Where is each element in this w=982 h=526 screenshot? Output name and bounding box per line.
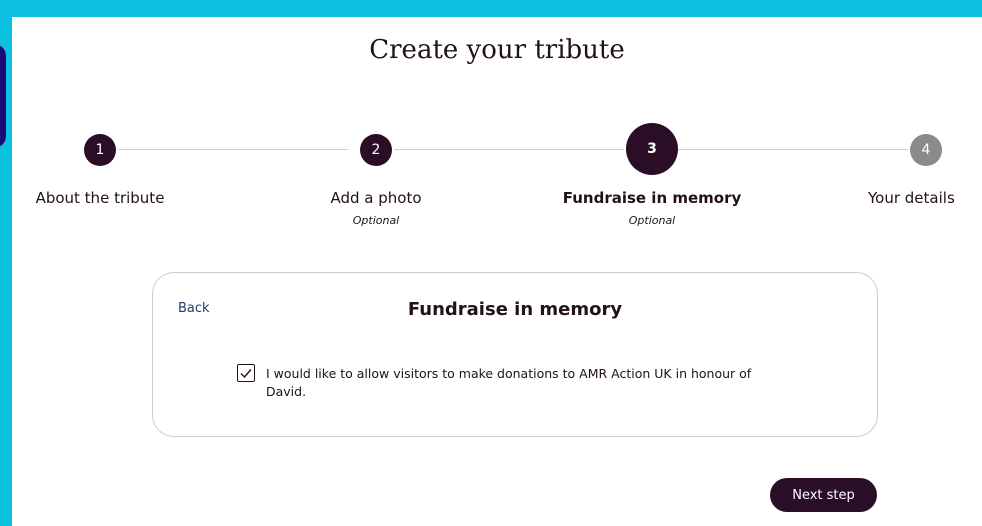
step-1-circle[interactable]: 1 bbox=[84, 134, 116, 166]
step-3-label: Fundraise in memory bbox=[562, 189, 742, 207]
tribute-form-page: Create your tribute 1 2 3 4 About the tr… bbox=[12, 17, 982, 526]
next-step-button[interactable]: Next step bbox=[770, 478, 877, 512]
stepper-connector bbox=[394, 149, 624, 150]
step-4-label: Your details bbox=[868, 189, 955, 207]
step-2-number: 2 bbox=[371, 142, 381, 158]
step-2-circle[interactable]: 2 bbox=[360, 134, 392, 166]
donation-checkbox[interactable] bbox=[237, 364, 255, 382]
step-4-circle: 4 bbox=[910, 134, 942, 166]
stepper-connector bbox=[118, 149, 348, 150]
step-4-number: 4 bbox=[921, 142, 931, 158]
fundraise-card: Back Fundraise in memory I would like to… bbox=[152, 272, 878, 437]
checkmark-icon bbox=[240, 369, 252, 379]
step-2-label[interactable]: Add a photo bbox=[306, 189, 446, 207]
side-decoration bbox=[0, 44, 6, 148]
step-1-label[interactable]: About the tribute bbox=[18, 189, 182, 207]
page-title: Create your tribute bbox=[369, 35, 625, 65]
step-1-number: 1 bbox=[95, 142, 105, 158]
step-3-optional: Optional bbox=[628, 214, 676, 227]
card-title: Fundraise in memory bbox=[407, 299, 623, 320]
stepper-connector bbox=[678, 149, 908, 150]
donation-checkbox-label[interactable]: I would like to allow visitors to make d… bbox=[266, 365, 786, 401]
step-2-optional: Optional bbox=[352, 214, 400, 227]
step-3-circle: 3 bbox=[626, 123, 678, 175]
step-3-number: 3 bbox=[647, 141, 657, 157]
